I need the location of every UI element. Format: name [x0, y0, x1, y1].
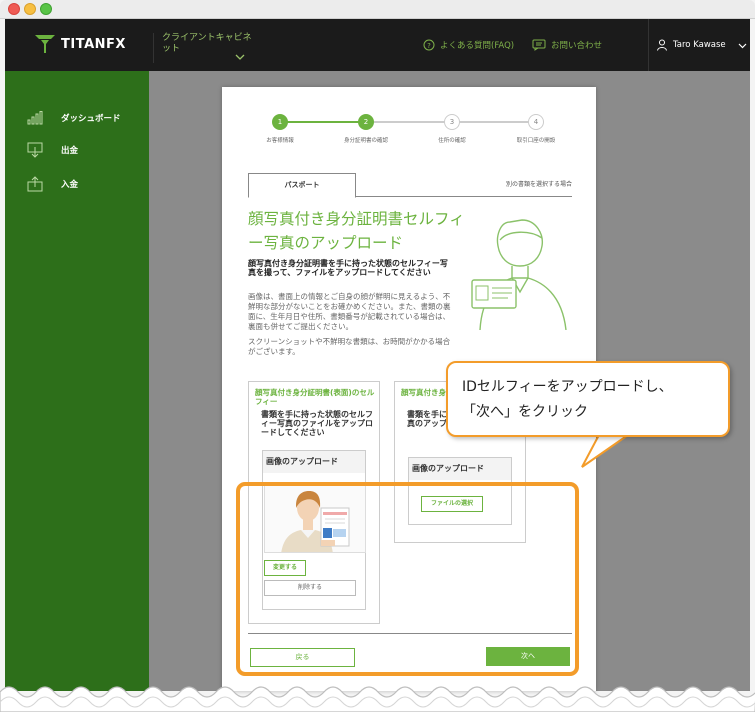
question-circle-icon: ? [423, 39, 435, 51]
callout-tail [581, 433, 630, 468]
chat-icon [532, 39, 546, 51]
upload-note: 書類を手に持った状態のセルフィー写真のファイルをアップロードしてください [261, 410, 373, 437]
minimize-window-icon[interactable] [24, 3, 36, 15]
step-1-label: お客様情報 [266, 138, 294, 144]
instructions-text: 画像は、書面上の情報とご自身の顔が鮮明に見えるよう、不鮮明な部分がないことをお確… [248, 292, 451, 331]
step-connector [374, 121, 450, 123]
other-document-link[interactable]: 別の書類を選択する場合 [506, 179, 572, 188]
torn-edge-decoration [0, 686, 755, 712]
instructions-note: スクリーンショットや不鮮明な書類は、お時間がかかる場合がございます。 [248, 337, 451, 356]
maximize-window-icon[interactable] [40, 3, 52, 15]
callout-line-2: 「次へ」をクリック [462, 404, 588, 420]
withdraw-icon [27, 142, 43, 158]
user-menu[interactable]: Taro Kawase [648, 19, 750, 71]
step-4-dot: 4 [528, 114, 544, 130]
faq-link[interactable]: ? よくある質問(FAQ) [423, 39, 514, 51]
upload-heading: 顔写真付き身分証明書(表面)のセルフィー [255, 388, 375, 406]
brand-name: TITANFX [61, 36, 126, 52]
close-window-icon[interactable] [8, 3, 20, 15]
page-subtitle: 顔写真付き身分証明書を手に持った状態のセルフィー写真を撮って、ファイルをアップロ… [248, 259, 448, 277]
sidebar-item-dashboard[interactable]: ダッシュボード [5, 106, 149, 130]
upload-area-title: 画像のアップロード [263, 451, 365, 473]
step-4-label: 取引口座の開設 [516, 138, 556, 144]
sidebar-item-deposit[interactable]: 入金 [5, 172, 149, 196]
chevron-down-icon [738, 43, 747, 48]
highlight-box [236, 482, 579, 676]
step-3-dot: 3 [444, 114, 460, 130]
step-1-dot: 1 [272, 114, 288, 130]
svg-text:?: ? [427, 42, 431, 50]
user-name: Taro Kawase [673, 40, 726, 50]
bar-chart-icon [27, 111, 43, 125]
sidebar-item-label: ダッシュボード [61, 114, 121, 124]
page-title: 顔写真付き身分証明書セルフィー写真のアップロード [248, 210, 465, 252]
contact-label: お問い合わせ [551, 41, 603, 51]
sidebar-item-label: 入金 [61, 180, 79, 190]
step-connector [458, 121, 536, 123]
brand-logo[interactable]: TITANFX [35, 35, 126, 53]
deposit-icon [27, 176, 43, 192]
tab-passport[interactable]: パスポート [248, 173, 356, 198]
step-3-label: 住所の確認 [438, 138, 466, 144]
sidebar: ダッシュボード 出金 入金 [5, 71, 149, 691]
progress-steps: 1 2 3 4 お客様情報 身分証明書の確認 住所の確認 取引口座の開設 [222, 87, 596, 157]
browser-window: TITANFX クライアントキャビネット ? よくある質問(FAQ) お問い合わ… [0, 0, 755, 712]
document-tabs: パスポート 別の書類を選択する場合 [248, 173, 572, 198]
step-connector [286, 121, 366, 123]
chevron-down-icon[interactable] [235, 52, 245, 62]
step-2-dot: 2 [358, 114, 374, 130]
person-holding-id-illustration [471, 219, 567, 330]
sidebar-item-withdraw[interactable]: 出金 [5, 138, 149, 162]
step-2-label: 身分証明書の確認 [343, 138, 388, 144]
callout-line-1: IDセルフィーをアップロードし、 [462, 379, 673, 395]
faq-label: よくある質問(FAQ) [440, 41, 515, 51]
user-icon [657, 39, 667, 51]
window-titlebar [0, 0, 755, 19]
app-header: TITANFX クライアントキャビネット ? よくある質問(FAQ) お問い合わ… [5, 19, 750, 71]
instruction-callout: IDセルフィーをアップロードし、 「次へ」をクリック [446, 361, 730, 437]
callout-text: IDセルフィーをアップロードし、 「次へ」をクリック [462, 375, 722, 425]
contact-link[interactable]: お問い合わせ [532, 39, 602, 51]
upload-area-title: 画像のアップロード [409, 458, 511, 480]
sidebar-item-label: 出金 [61, 146, 79, 156]
titanfx-logo-icon [35, 35, 55, 53]
